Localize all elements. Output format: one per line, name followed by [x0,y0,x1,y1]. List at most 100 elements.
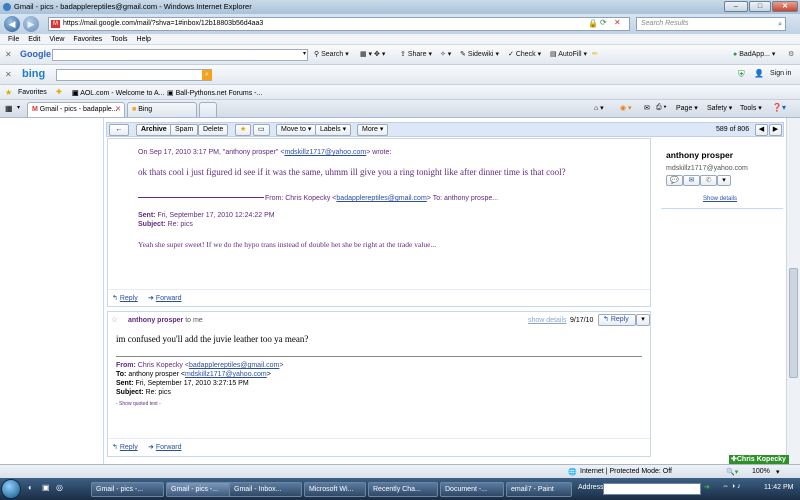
shield-icon[interactable]: ⛨ [738,69,745,80]
share-button[interactable]: ⇪ Share ▾ [400,50,432,58]
to-email-link[interactable]: mdskillz1717@yahoo.com [185,371,267,378]
taskbar-item[interactable]: email7 - Paint [506,482,572,497]
tab-gmail[interactable]: M Gmail - pics - badapple... ✕ [27,102,125,117]
contact-more-icon[interactable]: ▾ [717,175,731,186]
reply-link[interactable]: ↰ Reply [112,443,138,451]
search-icon[interactable]: ⌕ [778,19,782,31]
quoted-email-link[interactable]: mdskillz1717@yahoo.com [284,149,366,156]
tab-bing[interactable]: ■ Bing [127,102,197,117]
spam-button[interactable]: Spam [170,124,199,136]
toolbar-icons[interactable]: ▦ ▾ ✥ ▾ [360,50,385,58]
go-arrow-icon[interactable]: ➜ [704,483,710,491]
close-toolbar-icon[interactable]: ✕ [5,50,12,59]
show-details-link[interactable]: show details [528,317,567,324]
close-bing-toolbar-icon[interactable]: ✕ [5,70,12,79]
sidewiki-button[interactable]: ✎ Sidewiki ▾ [460,50,499,58]
highlighter-icon[interactable]: ✏ [592,50,598,58]
more-button[interactable]: More ▾ [357,124,389,136]
scrollbar-thumb[interactable] [789,268,798,378]
bing-search-input[interactable] [56,69,212,81]
maximize-button[interactable]: □ [749,1,771,12]
home-icon[interactable]: ⌂ ▾ [594,104,604,112]
google-search-button[interactable]: ⚲ Search ▾ [314,50,349,58]
address-input[interactable]: M https://mail.google.com/mail/?shva=1#i… [48,17,630,31]
from-email-link[interactable]: badapplereptiles@gmail.com [189,362,279,369]
reply-options-button[interactable]: ▾ [636,314,650,326]
show-quoted-text-link[interactable]: - Show quoted text - [116,401,161,407]
next-conversation-button[interactable]: ▶ [769,124,782,136]
tools-menu[interactable]: Tools ▾ [740,104,762,112]
move-to-button[interactable]: Move to ▾ [276,124,317,136]
rss-icon[interactable]: ◉ ▾ [620,104,632,112]
menu-view[interactable]: View [49,36,64,43]
taskbar-item[interactable]: Recently Cha... [368,482,438,497]
minimize-button[interactable]: – [724,1,748,12]
chat-icon[interactable]: 💬 [666,175,683,186]
reply-link[interactable]: ↰ Reply [112,294,138,302]
tab-list-icon[interactable]: ▾ [17,104,20,111]
contact-show-details-link[interactable]: Show details [703,196,737,202]
toolbar-options-icon[interactable]: ⚙ [788,50,794,58]
vertical-scrollbar[interactable] [786,118,800,464]
mail-icon[interactable]: ✉ [683,175,700,186]
print-icon[interactable]: ⎙ ▾ [656,104,667,112]
favorites-star-icon[interactable]: ★ [5,88,12,97]
taskbar-item[interactable]: Gmail - Inbox... [229,482,302,497]
forward-link[interactable]: ➜ Forward [148,443,182,451]
favorite-ballpythons[interactable]: ▣ Ball-Pythons.net Forums -... [167,89,262,97]
bing-signin-link[interactable]: Sign in [770,70,791,77]
back-button[interactable]: ◀ [4,16,20,32]
menu-favorites[interactable]: Favorites [73,36,102,43]
account-button[interactable]: ● BadApp... ▾ [733,50,775,58]
user-icon[interactable]: 👤 [754,69,764,78]
menu-file[interactable]: File [8,36,19,43]
close-button[interactable]: ✕ [772,1,798,12]
menu-help[interactable]: Help [137,36,151,43]
quick-launch-icon[interactable]: ◐ [28,483,33,492]
taskbar-item[interactable]: Document -... [440,482,504,497]
favorites-button[interactable]: Favorites [18,89,47,96]
prev-conversation-button[interactable]: ◀ [755,124,768,136]
stop-icon[interactable]: ✕ [614,18,621,27]
add-favorite-icon[interactable]: ✚ [56,88,62,96]
lock-icon[interactable]: 🔒 [588,19,598,28]
safety-menu[interactable]: Safety ▾ [707,104,732,112]
back-to-inbox-button[interactable]: ← [109,124,129,136]
quick-launch-icon[interactable]: ▣ [42,483,50,492]
mark-button[interactable]: ▭ [253,124,270,136]
zoom-level-icon[interactable]: 🔍▾ [726,468,738,476]
start-button[interactable] [1,479,21,499]
close-tab-icon[interactable]: ✕ [115,103,121,116]
phone-icon[interactable]: ✆ [700,175,717,186]
sender-name[interactable]: anthony prosper [128,317,183,324]
taskbar-address-input[interactable] [603,483,701,495]
menu-tools[interactable]: Tools [111,36,127,43]
labels-button[interactable]: Labels ▾ [315,124,352,136]
forward-link[interactable]: ➜ Forward [148,294,182,302]
mail-icon[interactable]: ✉ [644,104,650,112]
delete-button[interactable]: Delete [198,124,229,136]
refresh-icon[interactable]: ⟳ [600,18,607,27]
tray-icons[interactable]: ⇔ ◑ ♪ [722,483,741,490]
help-icon[interactable]: ❓▾ [772,103,786,112]
quick-launch-icon[interactable]: ◎ [56,483,63,492]
autofill-button[interactable]: ▤ AutoFill ▾ [550,50,587,58]
new-tab-button[interactable] [199,102,217,117]
page-menu[interactable]: Page ▾ [676,104,698,112]
bookmark-icon[interactable]: ✧ ▾ [440,50,451,58]
reply-button[interactable]: ↰ Reply [598,314,636,326]
bing-search-icon[interactable]: ⌕ [202,70,212,80]
zoom-level[interactable]: 100% [752,468,770,475]
star-button[interactable]: ★ [235,124,252,136]
zoom-dropdown-icon[interactable]: ▾ [776,468,780,476]
quick-tabs-icon[interactable]: ▦ [5,104,13,113]
star-icon[interactable]: ☆ [111,315,118,324]
menu-edit[interactable]: Edit [28,36,40,43]
taskbar-item[interactable]: Gmail - pics -... [91,482,164,497]
taskbar-item[interactable]: Microsoft Wi... [304,482,366,497]
google-search-input[interactable] [52,49,308,61]
forward-button[interactable]: ▶ [23,16,39,32]
check-button[interactable]: ✓ Check ▾ [508,50,541,58]
favorite-aol[interactable]: ▣ AOL.com - Welcome to A... [72,89,164,97]
from-email-link[interactable]: badapplereptiles@gmail.com [336,195,426,202]
